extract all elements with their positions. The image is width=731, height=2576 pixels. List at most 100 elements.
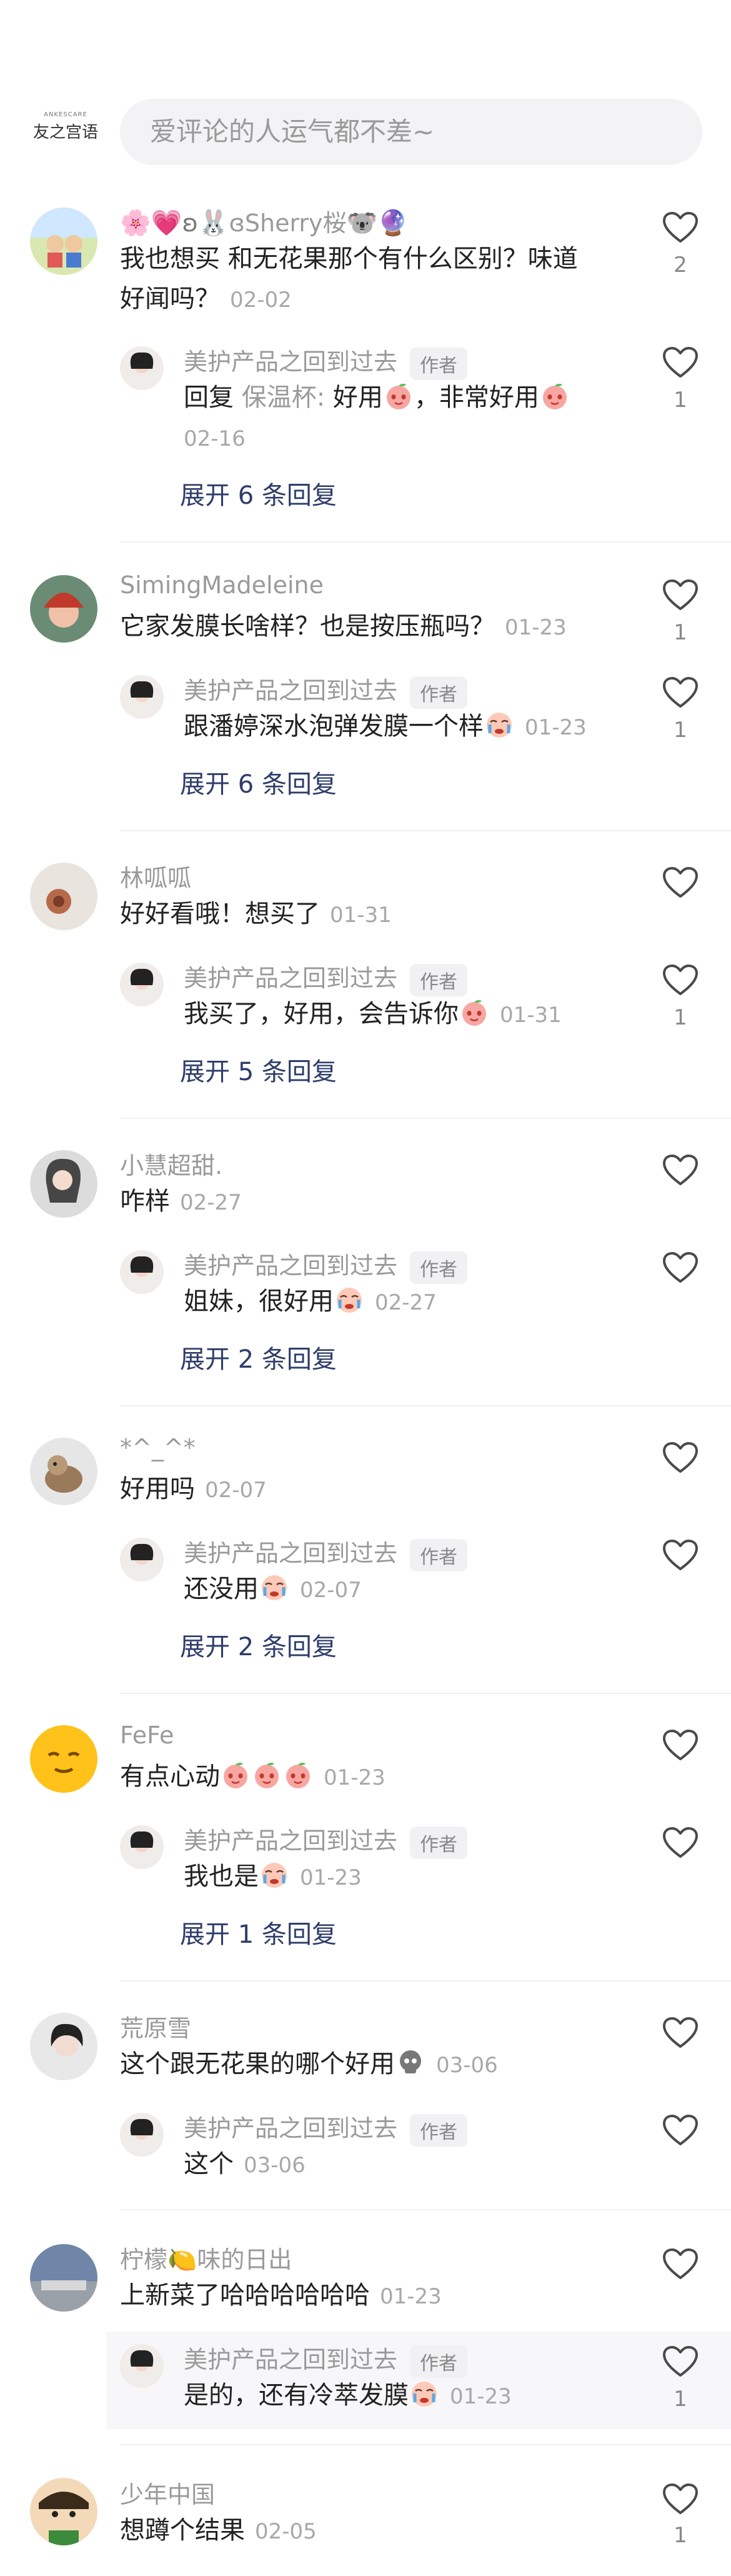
reply-time: 01-23 [450,2384,512,2409]
reply-avatar[interactable] [120,1250,164,1294]
expand-replies-link[interactable]: 展开 6 条回复 [180,475,337,511]
reply-time: 02-16 [184,426,246,451]
like-button[interactable]: 1 [661,579,700,645]
reply-avatar[interactable] [120,2344,164,2388]
reply-avatar[interactable] [120,1538,164,1581]
reply-author-name[interactable]: 美护产品之回到过去 作者 [184,1246,468,1284]
heart-icon [662,2114,699,2147]
heart-icon [662,346,699,379]
heart-icon [662,1539,699,1571]
commenter-name[interactable]: SimingMadeleine [120,571,324,599]
comment-time: 03-06 [436,2053,498,2078]
reply-like-button[interactable]: 1 [661,2345,700,2412]
comment-text: 咋样 02-27 [120,1187,242,1216]
like-button[interactable]: 2 [661,211,700,278]
expand-replies-link[interactable]: 展开 5 条回复 [180,1051,337,1088]
reply-mention[interactable]: 保温杯: [242,383,325,412]
heart-icon [662,866,699,899]
comment-time: 01-23 [505,615,567,640]
commenter-name[interactable]: 少年中国 [120,2475,215,2510]
like-button[interactable] [661,2017,700,2058]
avatar[interactable] [30,575,97,643]
reply-like-button[interactable]: 1 [661,676,700,743]
heart-icon [662,1154,699,1186]
reply-text: 姐妹，很好用 02-27 [184,1287,437,1316]
reply-time: 02-07 [300,1578,362,1603]
like-button[interactable] [661,866,700,908]
commenter-name[interactable]: FeFe [120,1722,174,1749]
reply-author-name[interactable]: 美护产品之回到过去 作者 [184,343,468,380]
comment-text: 好用吗 02-07 [120,1475,267,1503]
avatar[interactable] [30,1725,97,1793]
like-button[interactable] [661,1441,700,1483]
crying-emoji-icon [410,2380,439,2408]
avatar[interactable] [30,1150,97,1218]
reply-like-button[interactable] [661,2114,700,2155]
expand-replies-link[interactable]: 展开 6 条回复 [180,764,337,800]
divider [120,1693,731,1694]
comment-text: 有点心动 01-23 [120,1761,385,1791]
reply-author-name[interactable]: 美护产品之回到过去 作者 [184,2340,468,2378]
commenter-name[interactable]: 🌸💗ʚ🐰ɞSherry桜🐨🔮 [120,204,409,238]
peach-emoji-icon [384,382,413,411]
commenter-name[interactable]: 柠檬🍋味的日出 [120,2240,292,2275]
avatar[interactable] [30,208,97,275]
comment-text: 它家发膜长啥样？也是按压瓶吗？ 01-23 [120,612,567,641]
comment-input[interactable]: 爱评论的人运气都不差~ [120,99,702,165]
reply-time: 01-23 [300,1865,362,1890]
reply-like-button[interactable] [661,1827,700,1868]
reply-like-button[interactable] [661,1539,700,1580]
peach-emoji-icon [284,1761,312,1790]
expand-replies-link[interactable]: 展开 1 条回复 [180,1914,337,1950]
like-button[interactable]: 1 [661,2483,700,2548]
reply-author-name[interactable]: 美护产品之回到过去 作者 [184,2109,468,2147]
avatar[interactable] [30,863,97,930]
commenter-name[interactable]: *^_^* [120,1434,196,1461]
comment-text: 我也想买 和无花果那个有什么区别？味道 [120,244,578,273]
like-button[interactable] [661,1729,700,1770]
heart-icon [662,1729,699,1762]
reply-avatar[interactable] [120,2113,164,2157]
peach-emoji-icon [221,1761,250,1790]
expand-replies-link[interactable]: 展开 2 条回复 [180,1339,337,1375]
skull-emoji-icon [396,2048,425,2077]
like-count: 1 [674,2387,687,2412]
author-badge: 作者 [410,1538,468,1571]
divider [120,830,731,831]
reply-author-name[interactable]: 美护产品之回到过去 作者 [184,1534,468,1571]
avatar[interactable] [30,2013,97,2080]
avatar[interactable] [30,2478,97,2545]
commenter-name[interactable]: 小慧超甜. [120,1146,222,1181]
avatar[interactable] [30,1438,97,1505]
comment-text: 上新菜了哈哈哈哈哈哈 01-23 [120,2281,442,2310]
comment-text-line2: 好闻吗？ 02-02 [120,284,292,313]
reply-text: 这个 03-06 [184,2150,306,2178]
reply-like-button[interactable] [661,1251,700,1293]
brand-small-text: ANKESCARE [44,111,87,118]
expand-replies-link[interactable]: 展开 2 条回复 [180,1626,337,1663]
divider [120,1118,731,1119]
comment-time: 01-23 [324,1765,385,1790]
reply-like-button[interactable]: 1 [661,964,700,1030]
like-count: 1 [674,718,687,743]
reply-avatar[interactable] [120,963,164,1006]
avatar[interactable] [30,2244,97,2312]
reply-time: 03-06 [244,2153,306,2178]
commenter-name[interactable]: 荒原雪 [120,2009,191,2043]
reply-author-name[interactable]: 美护产品之回到过去 作者 [184,1822,468,1859]
author-badge: 作者 [410,676,468,709]
reply-like-button[interactable]: 1 [661,346,700,413]
reply-avatar[interactable] [120,1825,164,1869]
like-button[interactable] [661,1154,700,1195]
reply-author-name[interactable]: 美护产品之回到过去 作者 [184,671,468,709]
divider [120,2444,731,2445]
commenter-name[interactable]: 林呱呱 [120,859,191,893]
reply-time: 01-23 [525,715,587,740]
reply-avatar[interactable] [120,675,164,719]
crying-emoji-icon [485,711,514,739]
reply-avatar[interactable] [120,346,164,390]
author-badge: 作者 [410,2345,468,2378]
reply-author-name[interactable]: 美护产品之回到过去 作者 [184,959,468,996]
like-button[interactable] [661,2248,700,2289]
comment-time: 02-07 [205,1478,267,1503]
